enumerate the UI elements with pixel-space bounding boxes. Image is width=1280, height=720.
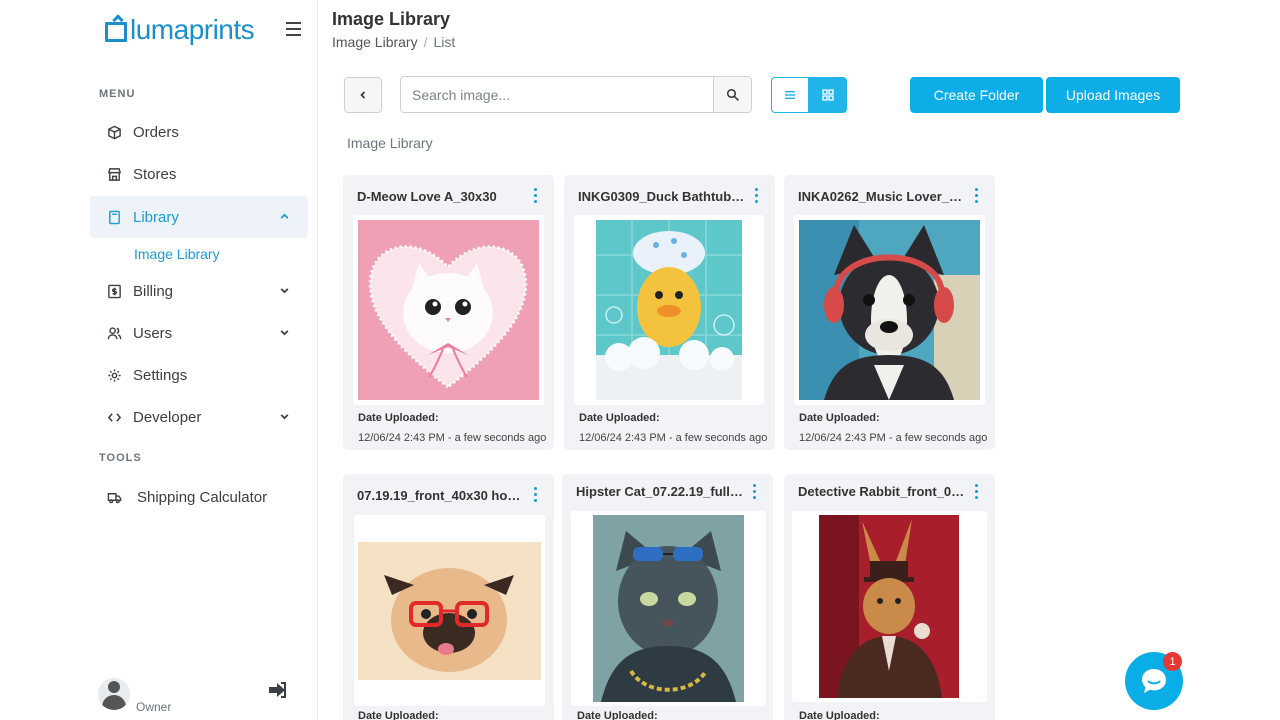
cat-heart-art-thumbnail[interactable] xyxy=(353,215,544,405)
menu-section-label: MENU xyxy=(99,88,136,100)
date-uploaded-label: Date Uploaded: xyxy=(799,412,880,424)
logout-icon[interactable] xyxy=(268,681,288,699)
truck-icon xyxy=(106,489,122,505)
date-uploaded-label: Date Uploaded: xyxy=(358,412,439,424)
grid-icon xyxy=(822,89,834,101)
chevron-down-icon xyxy=(280,288,289,294)
date-uploaded-value: 12/06/24 2:43 PM - a few seconds ago xyxy=(579,432,768,444)
image-card-title: 07.19.19_front_40x30 horizontal xyxy=(357,488,525,503)
date-uploaded-label: Date Uploaded: xyxy=(358,710,439,720)
date-uploaded-label: Date Uploaded: xyxy=(577,710,658,720)
user-profile[interactable]: Owner xyxy=(98,678,171,714)
list-icon xyxy=(785,91,795,99)
sidebar-item-label: Library xyxy=(133,208,179,226)
back-button[interactable] xyxy=(344,77,382,113)
sidebar: lumaprints MENU Orders Stores Library Im… xyxy=(0,0,318,720)
view-toggle xyxy=(771,77,847,113)
chevron-down-icon xyxy=(280,330,289,336)
store-icon xyxy=(106,166,122,182)
logo-mark-icon xyxy=(105,22,127,42)
search-button[interactable] xyxy=(713,77,751,112)
dog-headphones-art-thumbnail[interactable] xyxy=(794,215,985,405)
sidebar-item-label: Users xyxy=(133,324,173,342)
main-content: Image Library Image Library / List Creat… xyxy=(319,0,1280,720)
sidebar-item-label: Shipping Calculator xyxy=(137,488,268,506)
sidebar-item-stores[interactable]: Stores xyxy=(90,153,308,195)
image-card[interactable]: INKA0262_Music Lover_30x30 Date Uploaded… xyxy=(784,175,995,450)
sidebar-item-settings[interactable]: Settings xyxy=(90,354,308,396)
search-bar xyxy=(400,76,752,113)
hamburger-menu-icon[interactable] xyxy=(286,22,301,36)
breadcrumb: Image Library / List xyxy=(332,34,455,50)
image-card-title: INKG0309_Duck Bathtub_27x32 xyxy=(578,189,746,204)
more-options-icon[interactable] xyxy=(530,487,540,502)
more-options-icon[interactable] xyxy=(971,188,981,203)
detective-rabbit-art-thumbnail[interactable] xyxy=(792,511,987,702)
date-uploaded-value: 12/06/24 2:43 PM - a few seconds ago xyxy=(799,432,988,444)
date-uploaded-value: 12/06/24 2:43 PM - a few seconds ago xyxy=(358,432,547,444)
library-section-label: Image Library xyxy=(347,135,433,151)
chat-bubble-icon xyxy=(1142,669,1166,693)
sidebar-item-users[interactable]: Users xyxy=(90,312,308,354)
chevron-down-icon xyxy=(280,414,289,420)
box-icon xyxy=(106,124,122,140)
lumaprints-logo[interactable]: lumaprints xyxy=(105,14,255,46)
sidebar-item-shipping-calculator[interactable]: Shipping Calculator xyxy=(90,476,308,518)
image-card[interactable]: Detective Rabbit_front_0718 Date Uploade… xyxy=(784,474,995,720)
invoice-icon xyxy=(106,283,122,299)
hipster-cat-art-thumbnail[interactable] xyxy=(571,511,766,706)
sidebar-item-label: Stores xyxy=(133,165,177,183)
avatar xyxy=(98,678,130,710)
chat-notification-badge: 1 xyxy=(1163,652,1182,671)
date-uploaded-label: Date Uploaded: xyxy=(579,412,660,424)
sidebar-item-label: Developer xyxy=(133,408,202,426)
tools-section-label: TOOLS xyxy=(99,452,142,464)
more-options-icon[interactable] xyxy=(749,484,759,499)
code-icon xyxy=(106,409,122,425)
date-uploaded-label: Date Uploaded: xyxy=(799,710,880,720)
image-card[interactable]: D-Meow Love A_30x30 Date Uploaded: 12/06… xyxy=(343,175,554,450)
sidebar-item-orders[interactable]: Orders xyxy=(90,111,308,153)
page-title: Image Library xyxy=(332,9,451,29)
sidebar-item-label: Orders xyxy=(133,123,179,141)
user-role: Owner xyxy=(136,700,172,714)
breadcrumb-separator: / xyxy=(423,34,428,50)
image-card[interactable]: INKG0309_Duck Bathtub_27x32 Date Uploade… xyxy=(564,175,775,450)
image-card-title: Hipster Cat_07.22.19_full_front xyxy=(576,484,744,499)
sidebar-item-developer[interactable]: Developer xyxy=(90,396,308,438)
image-card-title: Detective Rabbit_front_0718 xyxy=(798,484,966,499)
grid-view-button[interactable] xyxy=(809,77,847,113)
more-options-icon[interactable] xyxy=(530,188,540,203)
more-options-icon[interactable] xyxy=(751,188,761,203)
search-icon xyxy=(726,88,739,101)
image-card[interactable]: Hipster Cat_07.22.19_full_front Date Upl… xyxy=(562,474,773,720)
sidebar-subitem-image-library[interactable]: Image Library xyxy=(134,246,220,262)
image-card-title: D-Meow Love A_30x30 xyxy=(357,189,497,204)
image-card-title: INKA0262_Music Lover_30x30 xyxy=(798,189,966,204)
pug-glasses-art-thumbnail[interactable] xyxy=(354,515,545,706)
gear-icon xyxy=(106,367,122,383)
breadcrumb-item-list: List xyxy=(433,34,456,50)
create-folder-button[interactable]: Create Folder xyxy=(910,77,1043,113)
chevron-left-icon xyxy=(360,91,366,99)
book-icon xyxy=(106,209,122,225)
sidebar-item-library[interactable]: Library xyxy=(90,196,308,238)
image-card[interactable]: 07.19.19_front_40x30 horizontal Date Upl… xyxy=(343,474,554,720)
list-view-button[interactable] xyxy=(771,77,809,113)
duck-bathtub-art-thumbnail[interactable] xyxy=(574,215,764,405)
chevron-up-icon xyxy=(280,213,289,219)
sidebar-item-label: Billing xyxy=(133,282,174,300)
upload-images-button[interactable]: Upload Images xyxy=(1046,77,1180,113)
sidebar-item-billing[interactable]: Billing xyxy=(90,270,308,312)
search-input[interactable] xyxy=(401,77,713,112)
logo-text: lumaprints xyxy=(130,14,255,45)
more-options-icon[interactable] xyxy=(971,484,981,499)
users-icon xyxy=(106,325,122,341)
breadcrumb-item-image-library[interactable]: Image Library xyxy=(332,34,418,50)
sidebar-item-label: Settings xyxy=(133,366,188,384)
